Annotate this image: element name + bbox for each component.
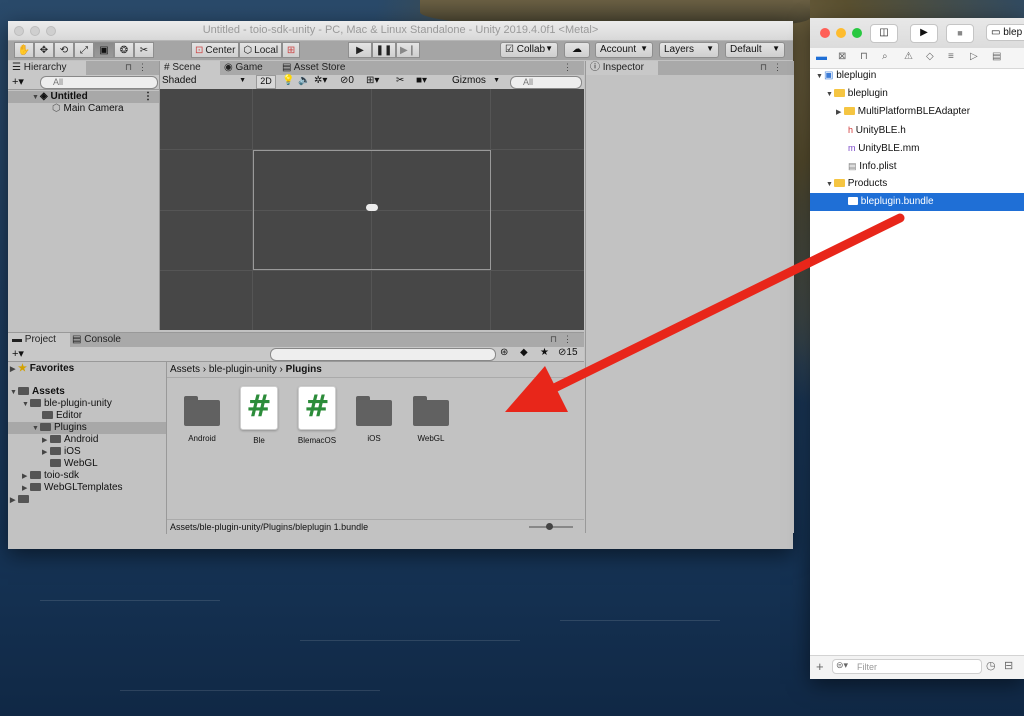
drag-arrow-line [525,213,905,405]
drag-arrow-overlay [505,213,905,412]
